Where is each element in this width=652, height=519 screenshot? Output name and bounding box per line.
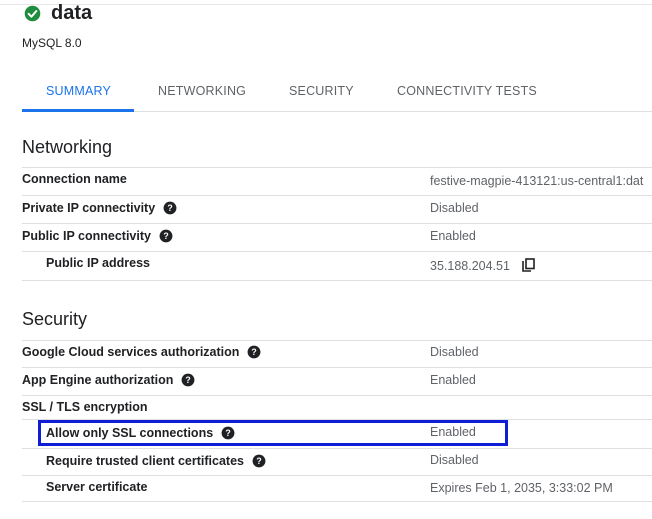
svg-text:?: ?: [252, 347, 257, 357]
help-icon[interactable]: ?: [159, 229, 173, 243]
row-label: Public IP connectivity: [22, 229, 151, 243]
row-label: App Engine authorization: [22, 373, 174, 387]
row-divider: [22, 340, 652, 341]
public-ip-address-label: Public IP address: [46, 256, 150, 270]
help-icon[interactable]: ?: [163, 201, 177, 215]
server-certificate-label: Server certificate: [46, 480, 147, 494]
row-divider: [22, 280, 652, 281]
tab-networking[interactable]: NETWORKING: [158, 84, 246, 98]
help-icon[interactable]: ?: [181, 373, 195, 387]
security-section-title: Security: [22, 309, 88, 329]
row-divider: [22, 251, 652, 252]
google-cloud-services-authorization-label: Google Cloud services authorization ?: [22, 345, 261, 359]
row-divider: [22, 448, 652, 449]
row-label: Require trusted client certificates: [46, 454, 244, 468]
private-ip-connectivity-value: Disabled: [430, 201, 479, 215]
connection-name-value: festive-magpie-413121:us-central1:dat: [430, 174, 644, 188]
public-ip-address-value: 35.188.204.51: [430, 259, 510, 273]
instance-header: data: [24, 2, 92, 24]
app-engine-authorization-value: Enabled: [430, 373, 476, 387]
row-divider: [22, 395, 652, 396]
tab-connectivity-tests[interactable]: CONNECTIVITY TESTS: [397, 84, 537, 98]
svg-text:?: ?: [163, 231, 168, 241]
row-label: Public IP address: [46, 256, 150, 270]
tab-summary[interactable]: SUMMARY: [46, 84, 111, 98]
row-label: Google Cloud services authorization: [22, 345, 240, 359]
instance-overview-page: data MySQL 8.0 SUMMARY NETWORKING SECURI…: [0, 0, 652, 519]
svg-text:?: ?: [256, 456, 261, 466]
server-certificate-value: Expires Feb 1, 2035, 3:33:02 PM: [430, 481, 613, 495]
help-icon[interactable]: ?: [252, 454, 266, 468]
row-divider: [22, 501, 652, 502]
public-ip-connectivity-value: Enabled: [430, 229, 476, 243]
app-engine-authorization-label: App Engine authorization ?: [22, 373, 195, 387]
check-circle-icon: [24, 5, 41, 21]
networking-section-title: Networking: [22, 137, 113, 157]
help-icon[interactable]: ?: [247, 345, 261, 359]
instance-name: data: [51, 1, 93, 24]
row-divider: [22, 167, 652, 168]
require-trusted-client-certificates-label: Require trusted client certificates ?: [46, 454, 266, 468]
public-ip-connectivity-label: Public IP connectivity ?: [22, 229, 173, 243]
row-divider: [22, 223, 652, 224]
row-divider: [22, 367, 652, 368]
row-label: Private IP connectivity: [22, 201, 156, 215]
row-label: SSL / TLS encryption: [22, 400, 148, 414]
database-version: MySQL 8.0: [22, 36, 82, 50]
google-cloud-services-authorization-value: Disabled: [430, 345, 479, 359]
svg-text:?: ?: [186, 375, 191, 385]
copy-icon[interactable]: [522, 258, 535, 272]
row-divider: [22, 475, 652, 476]
row-label: Connection name: [22, 172, 127, 186]
private-ip-connectivity-label: Private IP connectivity ?: [22, 201, 177, 215]
ssl-tls-encryption-label: SSL / TLS encryption: [22, 400, 147, 414]
top-divider: [0, 4, 652, 5]
svg-text:?: ?: [167, 203, 172, 213]
connection-name-label: Connection name: [22, 172, 127, 186]
tab-bar: SUMMARY NETWORKING SECURITY CONNECTIVITY…: [22, 78, 652, 112]
active-tab-indicator: [22, 109, 134, 112]
highlight-box: [38, 420, 508, 446]
require-trusted-client-certificates-value: Disabled: [430, 453, 479, 467]
row-divider: [22, 195, 652, 196]
row-label: Server certificate: [46, 480, 148, 494]
tab-security[interactable]: SECURITY: [289, 84, 354, 98]
